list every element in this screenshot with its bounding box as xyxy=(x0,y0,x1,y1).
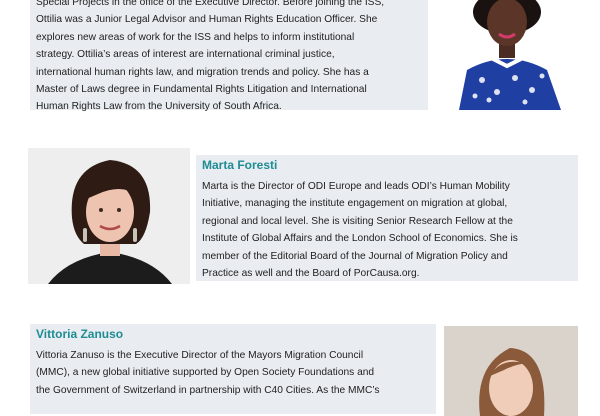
profile-photo-marta-foresti xyxy=(28,148,190,284)
profile-photo-ottilia xyxy=(437,0,577,110)
profile-photo-vittoria-zanuso xyxy=(444,326,578,416)
profile-card-marta-foresti: Marta Foresti Marta is the Director of O… xyxy=(196,155,578,281)
profile-card-vittoria-zanuso: Vittoria Zanuso Vittoria Zanuso is the E… xyxy=(30,324,436,414)
profile-bio: Vittoria Zanuso is the Executive Directo… xyxy=(36,350,380,396)
profile-bio: Special Projects in the office of the Ex… xyxy=(36,0,385,113)
profile-name: Vittoria Zanuso xyxy=(36,327,124,341)
profile-bio: Marta is the Director of ODI Europe and … xyxy=(202,181,518,280)
profile-card-ottilia: Special Projects in the office of the Ex… xyxy=(30,0,428,112)
profile-name: Marta Foresti xyxy=(202,158,278,172)
